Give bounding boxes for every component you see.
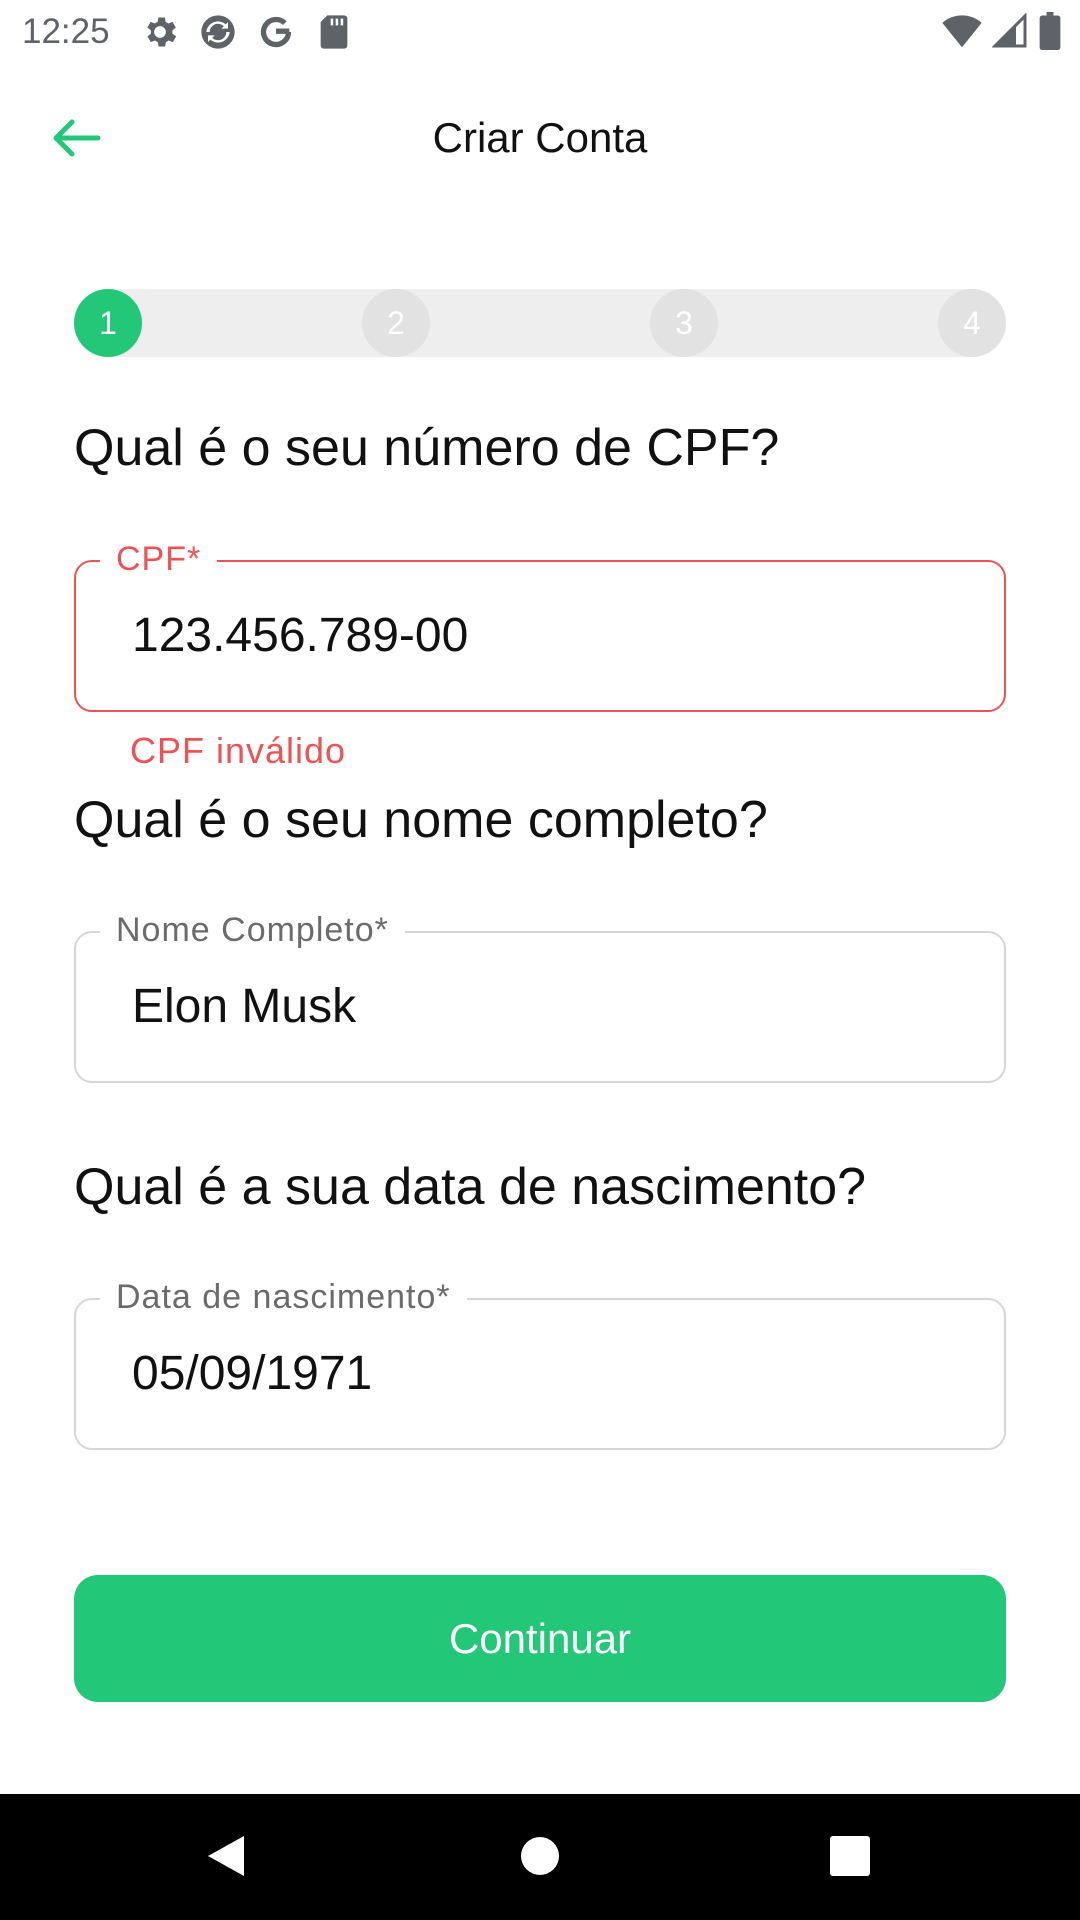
step-1: 1 [74, 289, 142, 357]
cpf-value: 123.456.789-00 [132, 609, 469, 662]
nav-recents-button[interactable] [824, 1832, 876, 1884]
app-bar: Criar Conta [0, 80, 1080, 200]
progress-stepper: 1 2 3 4 [74, 289, 1006, 357]
name-question: Qual é o seu nome completo? [74, 791, 768, 849]
birthdate-field[interactable]: Data de nascimento* 05/09/1971 [74, 1278, 1006, 1450]
status-time: 12:25 [22, 12, 110, 51]
full-name-value: Elon Musk [132, 980, 357, 1033]
settings-icon [140, 12, 180, 52]
step-2: 2 [362, 289, 430, 357]
cpf-question: Qual é o seu número de CPF? [74, 419, 780, 477]
system-icons [942, 12, 1062, 50]
nav-home-icon [520, 1836, 560, 1881]
system-nav-bar [0, 1794, 1080, 1920]
full-name-field[interactable]: Nome Completo* Elon Musk [74, 911, 1006, 1083]
continue-button[interactable]: Continuar [74, 1575, 1006, 1702]
cellular-signal-icon [992, 13, 1028, 49]
step-3: 3 [650, 289, 718, 357]
status-bar: 12:25 [0, 0, 1080, 62]
cpf-label: CPF* [100, 540, 218, 579]
cpf-field[interactable]: CPF* 123.456.789-00 [74, 540, 1006, 712]
birthdate-value: 05/09/1971 [132, 1347, 373, 1400]
google-icon [256, 12, 296, 52]
cpf-error-message: CPF inválido [130, 730, 347, 771]
nav-back-button[interactable] [200, 1832, 252, 1884]
nav-recents-icon [829, 1835, 871, 1882]
wifi-icon [942, 13, 982, 49]
birthdate-label: Data de nascimento* [100, 1278, 467, 1317]
sync-icon [198, 12, 238, 52]
nav-back-icon [204, 1832, 248, 1885]
sd-card-icon [314, 12, 354, 52]
create-account-screen: 12:25 Criar Conta 1 2 3 4 Qual é o seu n… [0, 0, 1080, 1920]
full-name-label: Nome Completo* [100, 911, 405, 950]
battery-icon [1038, 12, 1062, 50]
page-title: Criar Conta [432, 114, 648, 161]
nav-home-button[interactable] [514, 1832, 566, 1884]
birthdate-question: Qual é a sua data de nascimento? [74, 1158, 867, 1216]
notification-icons [140, 12, 354, 52]
step-4: 4 [938, 289, 1006, 357]
